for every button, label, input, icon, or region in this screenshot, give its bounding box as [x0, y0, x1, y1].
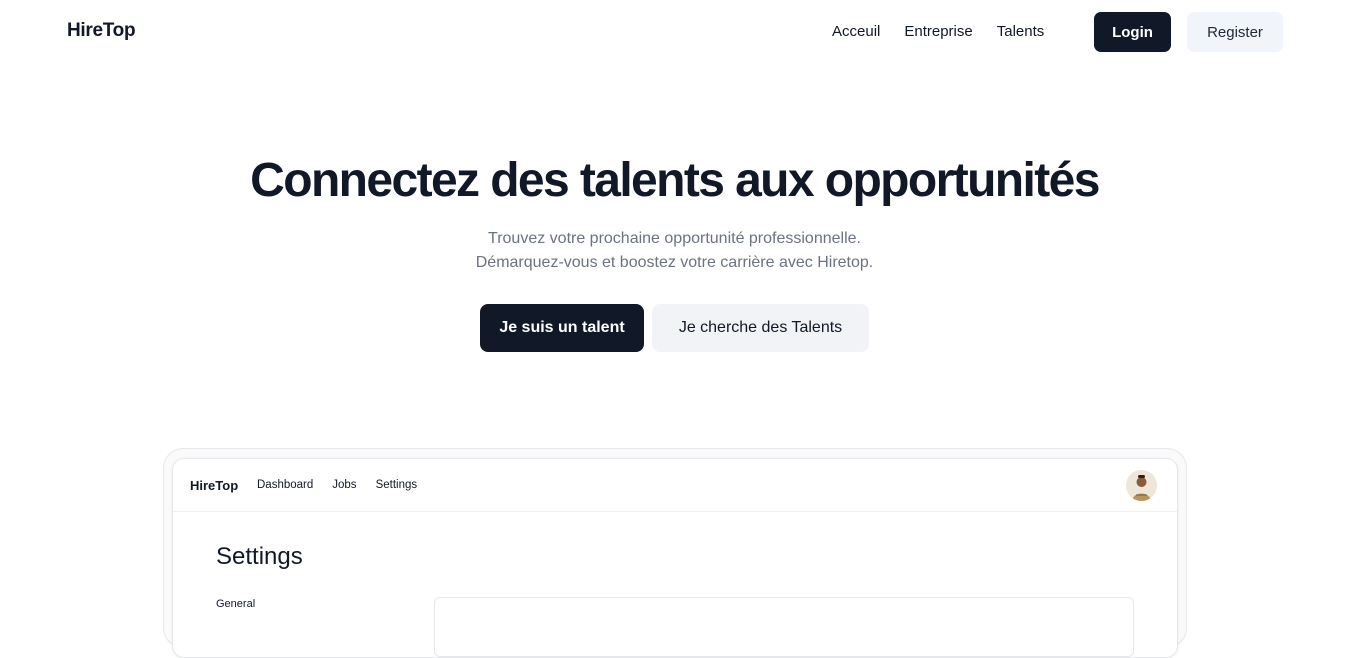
app-preview-window: HireTop Dashboard Jobs Settings Settings…	[172, 458, 1178, 658]
preview-nav: Dashboard Jobs Settings	[257, 479, 417, 491]
recruiter-cta-button[interactable]: Je cherche des Talents	[652, 304, 869, 352]
hero-cta-group: Je suis un talent Je cherche des Talents	[480, 304, 869, 352]
main-nav: Acceuil Entreprise Talents	[832, 23, 1044, 40]
top-navbar: HireTop Acceuil Entreprise Talents Login…	[0, 0, 1349, 64]
nav-link-acceuil[interactable]: Acceuil	[832, 23, 880, 40]
preview-navbar: HireTop Dashboard Jobs Settings	[173, 459, 1177, 512]
register-button[interactable]: Register	[1187, 12, 1283, 52]
preview-page-title: Settings	[216, 543, 303, 570]
hero-title: Connectez des talents aux opportunités	[250, 154, 1100, 207]
preview-section-label: General	[216, 598, 256, 610]
hero-subtitle-line-1: Trouvez votre prochaine opportunité prof…	[488, 230, 861, 247]
avatar[interactable]	[1126, 470, 1157, 501]
hero-subtitle: Trouvez votre prochaine opportunité prof…	[0, 227, 1349, 275]
login-button[interactable]: Login	[1094, 12, 1171, 52]
user-avatar-icon	[1126, 470, 1157, 501]
preview-brand: HireTop	[190, 478, 239, 493]
nav-link-entreprise[interactable]: Entreprise	[904, 23, 972, 40]
nav-link-talents[interactable]: Talents	[997, 23, 1045, 40]
hero-subtitle-line-2: Démarquez-vous et boostez votre carrière…	[475, 254, 874, 271]
preview-nav-settings[interactable]: Settings	[376, 479, 418, 491]
preview-nav-jobs[interactable]: Jobs	[332, 479, 356, 491]
talent-cta-button[interactable]: Je suis un talent	[480, 304, 644, 352]
brand-logo[interactable]: HireTop	[67, 20, 136, 42]
preview-nav-dashboard[interactable]: Dashboard	[257, 479, 313, 491]
preview-settings-card	[434, 597, 1134, 657]
